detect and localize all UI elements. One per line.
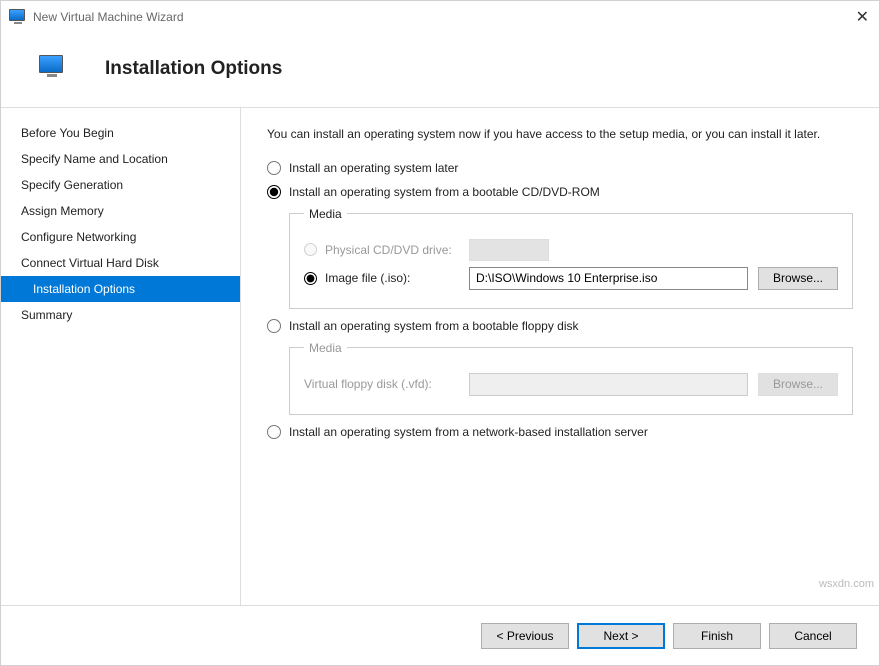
sidebar-item-installation-options[interactable]: Installation Options — [1, 276, 240, 302]
sidebar-item-before-you-begin[interactable]: Before You Begin — [1, 120, 240, 146]
next-button[interactable]: Next > — [577, 623, 665, 649]
label-physical-drive: Physical CD/DVD drive: — [325, 243, 452, 257]
wizard-header: Installation Options — [1, 33, 879, 108]
sidebar-item-specify-generation[interactable]: Specify Generation — [1, 172, 240, 198]
vfd-input — [469, 373, 748, 396]
wizard-window: New Virtual Machine Wizard ✕ Installatio… — [0, 0, 880, 666]
floppy-legend: Media — [304, 341, 347, 355]
finish-button[interactable]: Finish — [673, 623, 761, 649]
sidebar-item-summary[interactable]: Summary — [1, 302, 240, 328]
option-install-later[interactable]: Install an operating system later — [267, 161, 853, 175]
radio-install-network[interactable] — [267, 425, 281, 439]
intro-text: You can install an operating system now … — [267, 126, 853, 143]
previous-button[interactable]: < Previous — [481, 623, 569, 649]
radio-install-cd[interactable] — [267, 185, 281, 199]
option-install-network[interactable]: Install an operating system from a netwo… — [267, 425, 853, 439]
radio-physical-drive[interactable] — [304, 243, 317, 256]
sidebar: Before You Begin Specify Name and Locati… — [1, 108, 241, 605]
header-icon — [39, 55, 67, 83]
label-install-later: Install an operating system later — [289, 161, 458, 175]
label-install-floppy: Install an operating system from a boota… — [289, 319, 579, 333]
main-panel: You can install an operating system now … — [241, 108, 879, 605]
media-legend: Media — [304, 207, 347, 221]
label-install-cd: Install an operating system from a boota… — [289, 185, 600, 199]
radio-install-later[interactable] — [267, 161, 281, 175]
wizard-footer: < Previous Next > Finish Cancel — [1, 605, 879, 665]
sidebar-item-configure-networking[interactable]: Configure Networking — [1, 224, 240, 250]
row-vfd: Virtual floppy disk (.vfd): Browse... — [304, 373, 838, 396]
wizard-body: Before You Begin Specify Name and Locati… — [1, 108, 879, 605]
radio-install-floppy[interactable] — [267, 319, 281, 333]
sidebar-item-assign-memory[interactable]: Assign Memory — [1, 198, 240, 224]
label-image-file: Image file (.iso): — [325, 271, 410, 285]
page-title: Installation Options — [105, 58, 282, 80]
titlebar: New Virtual Machine Wizard ✕ — [1, 1, 879, 33]
option-install-cd[interactable]: Install an operating system from a boota… — [267, 185, 853, 199]
image-file-input[interactable] — [469, 267, 748, 290]
window-title: New Virtual Machine Wizard — [33, 10, 829, 24]
option-install-floppy[interactable]: Install an operating system from a boota… — [267, 319, 853, 333]
row-physical-drive: Physical CD/DVD drive: — [304, 239, 838, 261]
row-image-file: Image file (.iso): Browse... — [304, 267, 838, 290]
cancel-button[interactable]: Cancel — [769, 623, 857, 649]
browse-vfd-button: Browse... — [758, 373, 838, 396]
media-fieldset-cd: Media Physical CD/DVD drive: Image file … — [289, 207, 853, 309]
physical-drive-select — [469, 239, 549, 261]
close-icon[interactable]: ✕ — [829, 7, 869, 27]
image-file-option[interactable]: Image file (.iso): — [304, 271, 459, 285]
sidebar-item-specify-name[interactable]: Specify Name and Location — [1, 146, 240, 172]
label-install-network: Install an operating system from a netwo… — [289, 425, 648, 439]
label-vfd: Virtual floppy disk (.vfd): — [304, 377, 459, 391]
browse-iso-button[interactable]: Browse... — [758, 267, 838, 290]
physical-drive-option[interactable]: Physical CD/DVD drive: — [304, 243, 459, 257]
radio-image-file[interactable] — [304, 272, 317, 285]
app-icon — [9, 9, 25, 25]
media-fieldset-floppy: Media Virtual floppy disk (.vfd): Browse… — [289, 341, 853, 415]
sidebar-item-connect-vhd[interactable]: Connect Virtual Hard Disk — [1, 250, 240, 276]
